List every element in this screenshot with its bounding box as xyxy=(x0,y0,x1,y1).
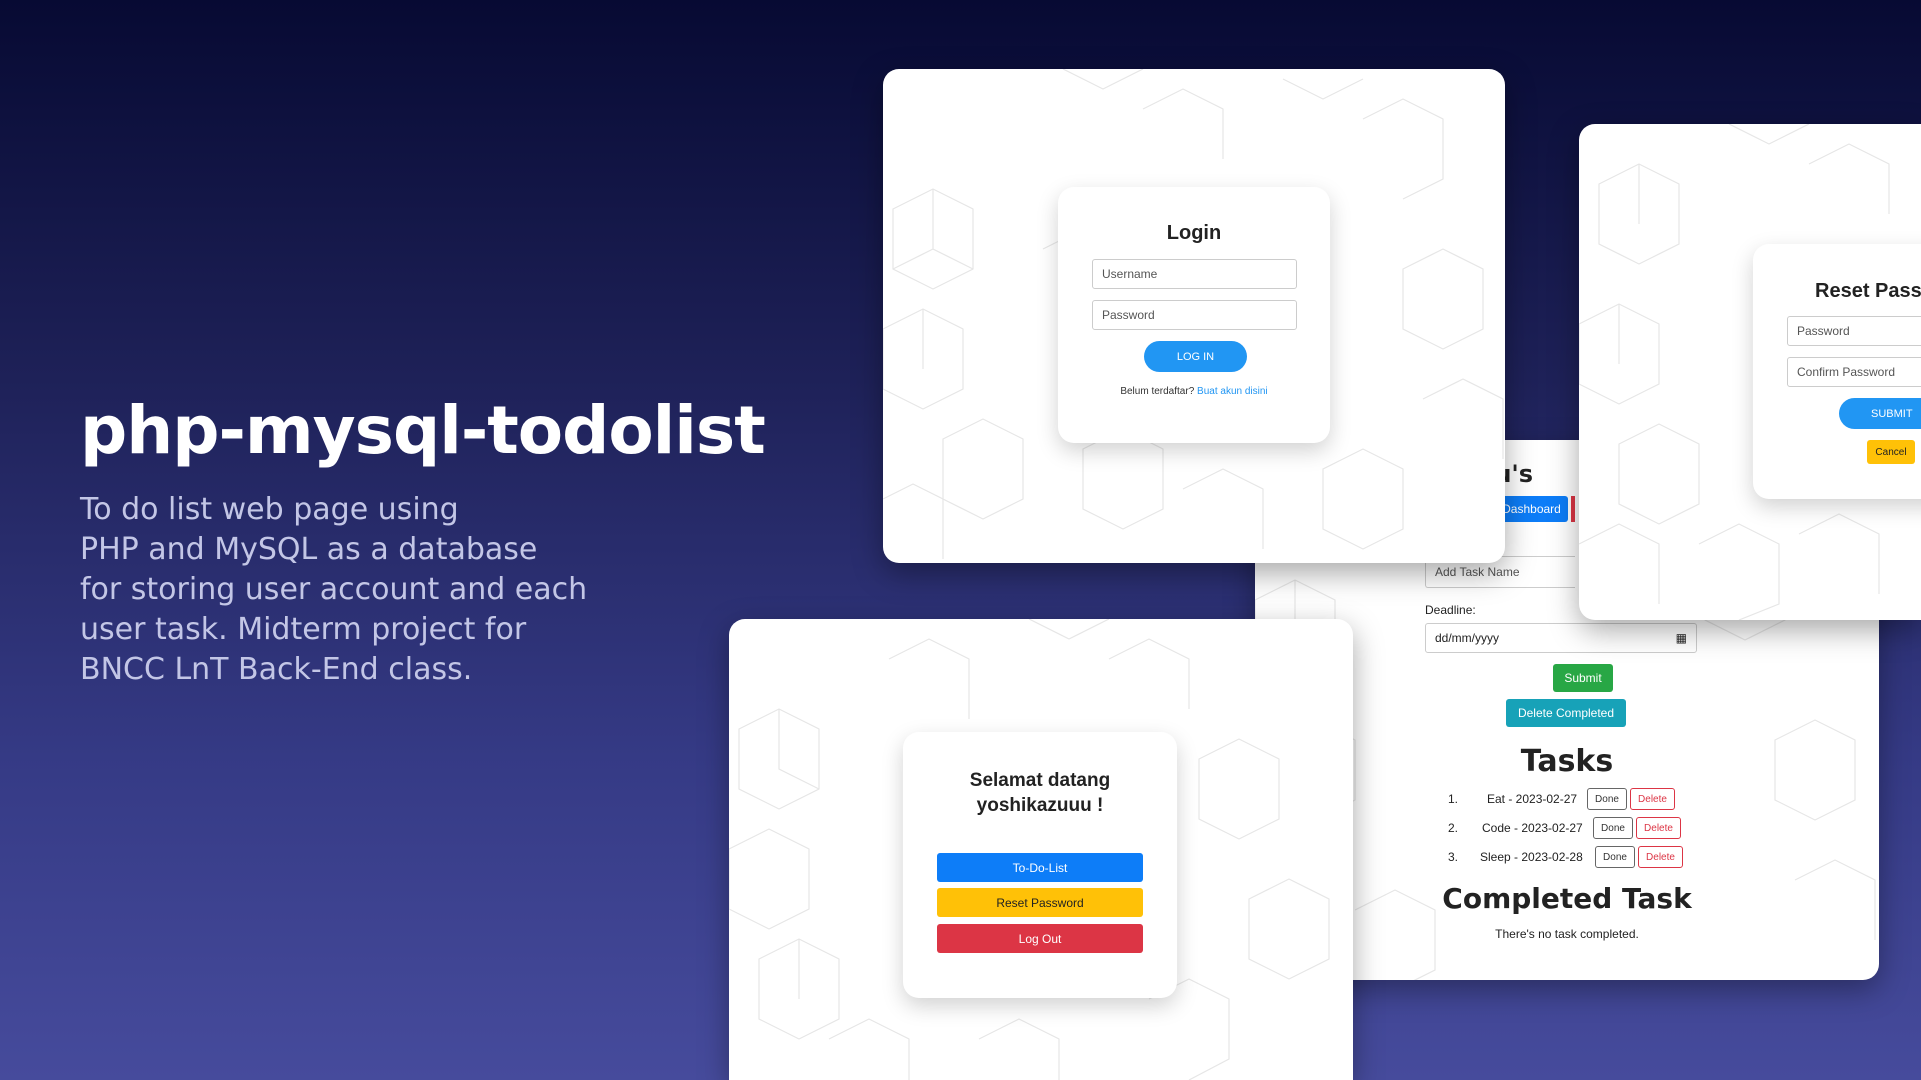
welcome-username: yoshikazuuu ! xyxy=(976,795,1104,816)
task-number: 2. xyxy=(1448,821,1459,835)
hero-description: To do list web page using PHP and MySQL … xyxy=(80,490,600,690)
task-number: 3. xyxy=(1448,850,1459,864)
task-done-button[interactable]: Done xyxy=(1595,846,1635,868)
hero-title: php-mysql-todolist xyxy=(80,392,766,469)
register-prompt: Belum terdaftar? Buat akun disini xyxy=(1058,386,1330,397)
task-delete-button[interactable]: Delete xyxy=(1638,846,1683,868)
reset-cancel-button[interactable]: Cancel xyxy=(1867,440,1915,464)
reset-password-button[interactable]: Reset Password xyxy=(937,888,1143,917)
reset-password-screenshot: Reset Passw Password Confirm Password SU… xyxy=(1579,124,1921,620)
register-link[interactable]: Buat akun disini xyxy=(1197,386,1268,397)
login-screenshot: Login Username Password LOG IN Belum ter… xyxy=(883,69,1505,563)
hero-description-line: for storing user account and each xyxy=(80,572,588,607)
password-input[interactable]: Password xyxy=(1092,300,1297,330)
logout-button[interactable]: Log Out xyxy=(937,924,1143,953)
task-delete-button[interactable]: Delete xyxy=(1636,817,1681,839)
date-placeholder: dd/mm/yyyy xyxy=(1435,631,1500,645)
welcome-line-1: Selamat datang xyxy=(969,770,1111,791)
login-button[interactable]: LOG IN xyxy=(1144,341,1247,372)
hero-description-line: user task. Midterm project for xyxy=(80,612,527,647)
reset-password-title: Reset Passw xyxy=(1815,280,1921,302)
task-text: Sleep - 2023-02-28 xyxy=(1480,850,1583,864)
dashboard-button[interactable]: Dashboard xyxy=(1495,496,1568,522)
task-text: Eat - 2023-02-27 xyxy=(1487,792,1578,806)
deadline-label: Deadline: xyxy=(1425,603,1476,617)
task-done-button[interactable]: Done xyxy=(1593,817,1633,839)
deadline-date-input[interactable]: dd/mm/yyyy ▦ xyxy=(1425,623,1697,653)
task-number: 1. xyxy=(1448,792,1459,806)
todo-list-button[interactable]: To-Do-List xyxy=(937,853,1143,882)
hero-description-line: PHP and MySQL as a database xyxy=(80,532,538,567)
reset-password-card: Reset Passw Password Confirm Password SU… xyxy=(1753,244,1921,499)
task-done-button[interactable]: Done xyxy=(1587,788,1627,810)
hero-description-line: BNCC LnT Back-End class. xyxy=(80,652,473,687)
task-text: Code - 2023-02-27 xyxy=(1482,821,1583,835)
new-password-input[interactable]: Password xyxy=(1787,316,1921,346)
dashboard-screenshot: Selamat datang yoshikazuuu ! To-Do-List … xyxy=(729,619,1353,1080)
login-title: Login xyxy=(1166,222,1222,244)
calendar-icon[interactable]: ▦ xyxy=(1676,631,1687,645)
hero-description-line: To do list web page using xyxy=(80,492,459,527)
reset-submit-button[interactable]: SUBMIT xyxy=(1839,398,1921,429)
submit-task-button[interactable]: Submit xyxy=(1553,664,1613,692)
delete-completed-button[interactable]: Delete Completed xyxy=(1506,699,1626,727)
register-prompt-text: Belum terdaftar? xyxy=(1120,386,1195,397)
login-card: Login Username Password LOG IN Belum ter… xyxy=(1058,187,1330,443)
confirm-password-input[interactable]: Confirm Password xyxy=(1787,357,1921,387)
task-delete-button[interactable]: Delete xyxy=(1630,788,1675,810)
welcome-card: Selamat datang yoshikazuuu ! To-Do-List … xyxy=(903,732,1177,998)
hero-section: php-mysql-todolist To do list web page u… xyxy=(80,392,766,690)
hidden-button-edge[interactable] xyxy=(1571,496,1575,522)
username-input[interactable]: Username xyxy=(1092,259,1297,289)
